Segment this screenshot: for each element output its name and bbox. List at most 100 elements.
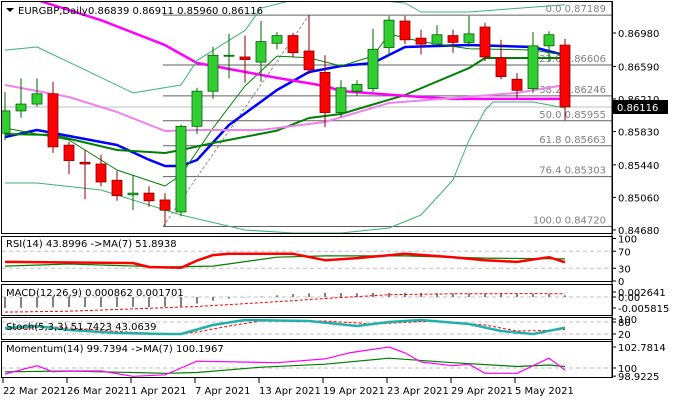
price-axis-label: 0.86590 <box>618 62 659 73</box>
bullish-candle <box>431 25 443 45</box>
date-axis-label: 5 May 2021 <box>515 386 574 397</box>
price-axis-label: 0.85830 <box>618 127 659 138</box>
rsi-label: RSI(14) 43.8996 ->MA(7) 51.8938 <box>6 239 177 250</box>
candle-body <box>239 56 251 60</box>
bearish-candle <box>303 15 315 75</box>
candle-body <box>351 83 363 92</box>
bullish-candle <box>527 32 539 93</box>
date-axis-label: 1 Apr 2021 <box>131 386 186 397</box>
date-axis-label: 29 Apr 2021 <box>451 386 513 397</box>
candle-body <box>159 199 171 211</box>
rsi-axis-label: 30 <box>618 264 631 275</box>
indicator-plots <box>2 250 612 377</box>
bullish-candle <box>367 28 379 93</box>
symbol-label: EURGBP,Daily <box>18 6 88 17</box>
bullish-candle <box>191 87 203 135</box>
bearish-candle <box>559 38 571 121</box>
dropdown-triangle-icon[interactable] <box>6 8 14 12</box>
candle-body <box>415 37 427 45</box>
candle-body <box>543 34 555 47</box>
bearish-candle <box>399 15 411 45</box>
candle-body <box>479 26 491 58</box>
ma-violet-line <box>4 84 566 132</box>
price-plot: 0.0 0.8718923.6 0.8660638.2 0.8624650.0 … <box>2 2 612 233</box>
price-axis-label: 0.85060 <box>618 193 659 204</box>
bearish-candle <box>479 22 491 62</box>
bullish-candle <box>255 21 267 82</box>
date-axis-label: 22 Mar 2021 <box>3 386 66 397</box>
candle-body <box>367 48 379 90</box>
candle-body <box>79 161 91 165</box>
candle-body <box>495 57 507 78</box>
bearish-candle <box>159 193 171 227</box>
date-axis-label: 23 Apr 2021 <box>387 386 449 397</box>
bearish-candle <box>415 29 427 55</box>
candle-body <box>511 78 523 91</box>
candle-body <box>287 35 299 54</box>
date-axis-label: 13 Apr 2021 <box>259 386 321 397</box>
main-price-panel[interactable] <box>1 1 613 234</box>
macd-axis-label: 0.00 <box>618 293 640 304</box>
ohlc-readout: 0.86839 0.86911 0.85960 0.86116 <box>88 6 263 17</box>
bearish-candle <box>63 141 75 175</box>
bullish-candle <box>223 33 235 79</box>
momentum-axis-label: 98.9225 <box>618 372 659 383</box>
candle-body <box>223 54 235 57</box>
current-price-value: 0.86116 <box>617 103 658 114</box>
candle-body <box>383 19 395 48</box>
macd-label: MACD(12,26,9) 0.000862 0.001701 <box>6 288 184 299</box>
fib-level-label: 61.8 0.85663 <box>539 135 606 146</box>
candle-body <box>175 125 187 213</box>
price-axis-label: 0.85440 <box>618 161 659 172</box>
candle-body <box>463 33 475 43</box>
stochastic-label: Stoch(5,3,3) 51.7423 43.0639 <box>6 322 157 333</box>
candle-body <box>527 45 539 90</box>
ema-blue-line <box>4 43 566 168</box>
macd-axis-label: -0.005815 <box>618 304 669 315</box>
candle-body <box>31 93 43 105</box>
candle-body <box>447 35 459 43</box>
bearish-candle <box>239 35 251 83</box>
bullish-candle <box>15 78 27 118</box>
candle-body <box>191 90 203 127</box>
candle-body <box>47 93 59 148</box>
candle-body <box>319 71 331 114</box>
trading-chart[interactable]: 0.0 0.8718923.6 0.8660638.2 0.8624650.0 … <box>0 0 700 400</box>
candle-body <box>15 103 27 112</box>
rsi-line <box>4 252 566 270</box>
fib-level-label: 76.4 0.85303 <box>539 166 606 177</box>
candle-body <box>127 192 139 196</box>
fib-level-label: 38.2 0.86246 <box>539 85 606 96</box>
bearish-candle <box>447 29 459 53</box>
bearish-candle <box>287 33 299 57</box>
bullish-candle <box>271 32 283 50</box>
bullish-candle <box>463 15 475 47</box>
fib-level-label: 50.0 0.85955 <box>539 110 606 121</box>
candle-body <box>335 87 347 114</box>
stochastic-axis-label: 20 <box>618 330 631 341</box>
bullish-candle <box>175 124 187 217</box>
candle-body <box>399 20 411 41</box>
candle-body <box>271 35 283 44</box>
momentum-label: Momentum(14) 99.7394 ->MA(7) 100.1967 <box>6 344 224 355</box>
rsi-axis-label: 100 <box>618 235 637 246</box>
momentum-axis-label: 102.7814 <box>618 343 666 354</box>
candle-body <box>63 144 75 161</box>
candle-body <box>303 50 315 71</box>
candle-body <box>111 179 123 197</box>
candle-body <box>143 192 155 202</box>
bullish-candle <box>335 80 347 117</box>
date-axis-label: 19 Apr 2021 <box>323 386 385 397</box>
candle-body <box>559 44 571 108</box>
rsi-axis-label: 70 <box>618 247 631 258</box>
bearish-candle <box>511 73 523 99</box>
candle-body <box>207 54 219 92</box>
date-axis-label: 7 Apr 2021 <box>195 386 250 397</box>
date-axis-label: 26 Mar 2021 <box>67 386 130 397</box>
bearish-candle <box>79 150 91 200</box>
fib-level-label: 100.0 0.84720 <box>533 215 606 226</box>
candle-body <box>255 41 267 63</box>
bullish-candle <box>383 15 395 57</box>
price-axis-label: 0.86980 <box>618 29 659 40</box>
bearish-candle <box>95 154 107 187</box>
